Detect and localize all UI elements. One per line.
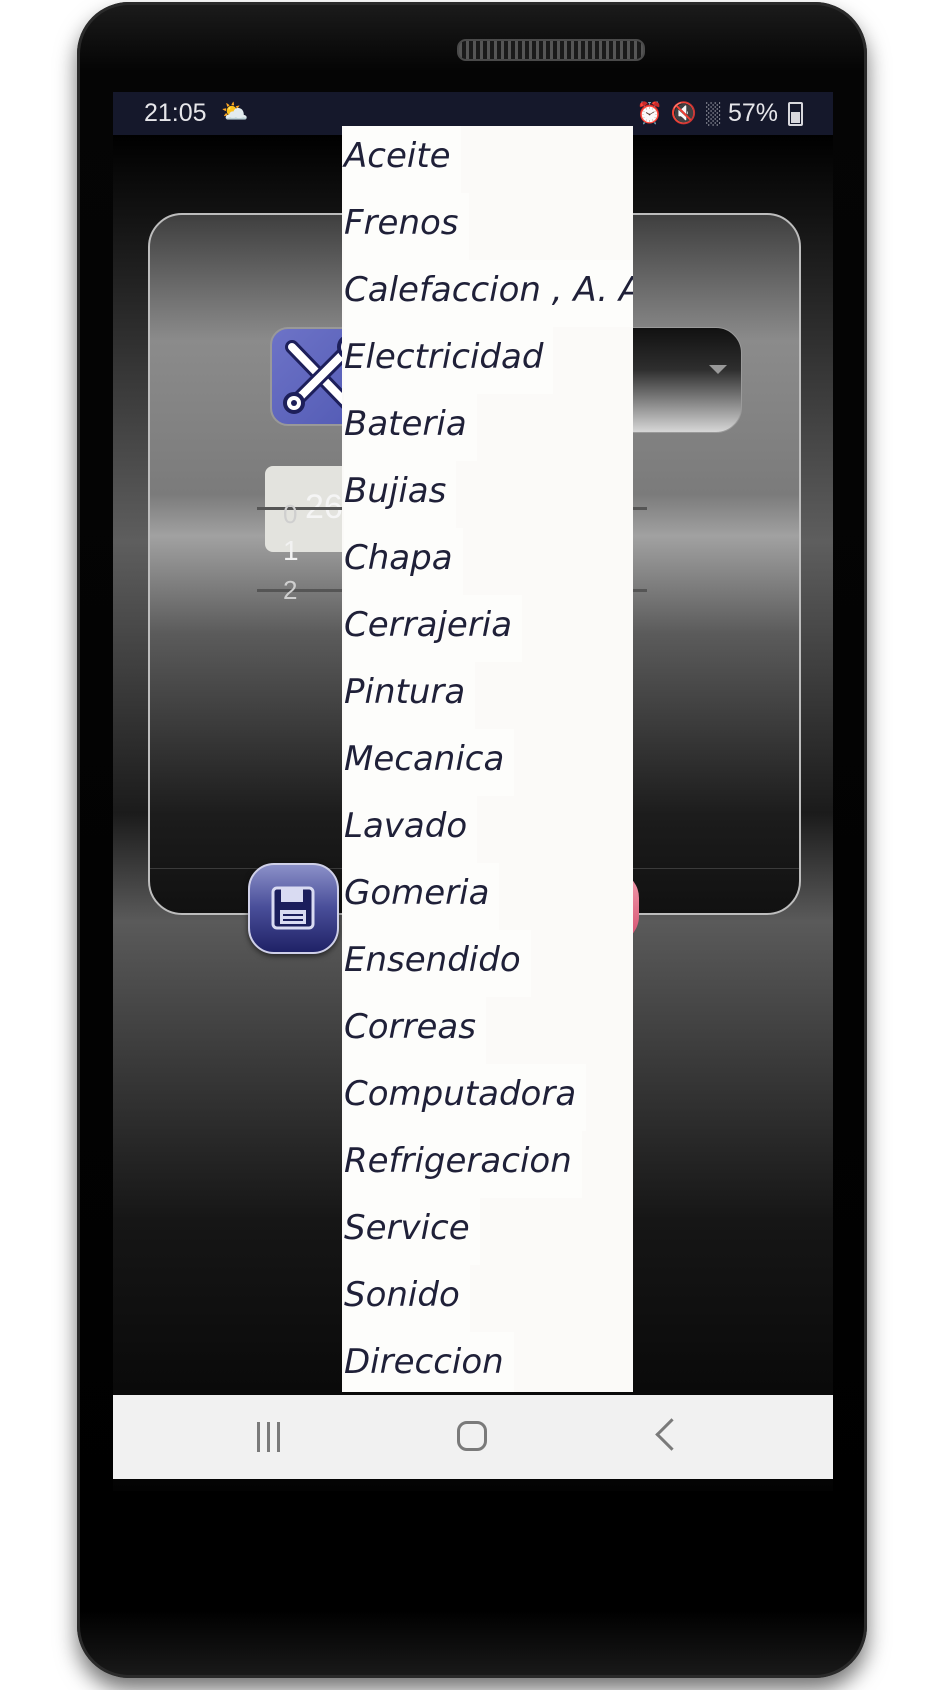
floppy-disk-icon — [271, 886, 315, 930]
dropdown-item[interactable]: Pintura — [344, 662, 476, 729]
signal-icon: ░ — [705, 101, 720, 125]
dropdown-item[interactable]: Mecanica — [344, 729, 515, 796]
dropdown-item[interactable]: Electricidad — [344, 327, 554, 394]
picker-number[interactable]: 2 — [283, 575, 297, 606]
save-button[interactable] — [248, 863, 339, 954]
dropdown-item[interactable]: Correas — [344, 997, 486, 1064]
navigation-bar — [113, 1395, 833, 1479]
speaker-grille — [457, 39, 645, 61]
dropdown-item[interactable]: Bateria — [344, 394, 477, 461]
dropdown-item[interactable]: Refrigeracion — [344, 1131, 582, 1198]
battery-percent: 57% — [727, 99, 778, 127]
dropdown-item[interactable]: Ensendido — [344, 930, 531, 997]
dropdown-item[interactable]: Computadora — [344, 1064, 587, 1131]
dropdown-item[interactable]: Calefaccion , A. A. — [344, 260, 633, 327]
dropdown-item[interactable]: Cerrajeria — [344, 595, 523, 662]
dropdown-item[interactable]: Direccion — [344, 1332, 514, 1392]
recent-apps-icon[interactable] — [257, 1422, 287, 1452]
battery-icon — [788, 101, 803, 126]
status-icons: ⏰ 🔇 ░ 57% — [637, 99, 803, 128]
picker-number-selected[interactable]: 1 — [283, 535, 299, 567]
sun-cloud-icon: ⛅ — [221, 99, 249, 124]
picker-number[interactable]: 0 — [283, 499, 297, 530]
dropdown-item[interactable]: Frenos — [344, 193, 469, 260]
dropdown-item[interactable]: Bujias — [344, 461, 457, 528]
dropdown-item[interactable]: Aceite — [344, 126, 461, 193]
device-mockup: 21:05 ⛅ ⏰ 🔇 ░ 57% 26 0 1 2 Aceite Frenos… — [0, 0, 945, 1690]
dropdown-item[interactable]: Gomeria — [344, 863, 500, 930]
back-icon[interactable] — [655, 1418, 688, 1451]
chevron-down-icon — [709, 365, 727, 374]
category-dropdown: Aceite Frenos Calefaccion , A. A. Electr… — [342, 126, 633, 1392]
dropdown-item[interactable]: Sonido — [344, 1265, 470, 1332]
dropdown-item[interactable]: Chapa — [344, 528, 463, 595]
screen: 21:05 ⛅ ⏰ 🔇 ░ 57% 26 0 1 2 Aceite Frenos… — [113, 92, 833, 1572]
status-time: 21:05 — [144, 99, 207, 127]
home-icon[interactable] — [457, 1421, 487, 1451]
dropdown-item[interactable]: Service — [344, 1198, 480, 1265]
dropdown-item[interactable]: Lavado — [344, 796, 478, 863]
alarm-icon: ⏰ — [636, 101, 663, 125]
mute-icon: 🔇 — [670, 101, 698, 125]
